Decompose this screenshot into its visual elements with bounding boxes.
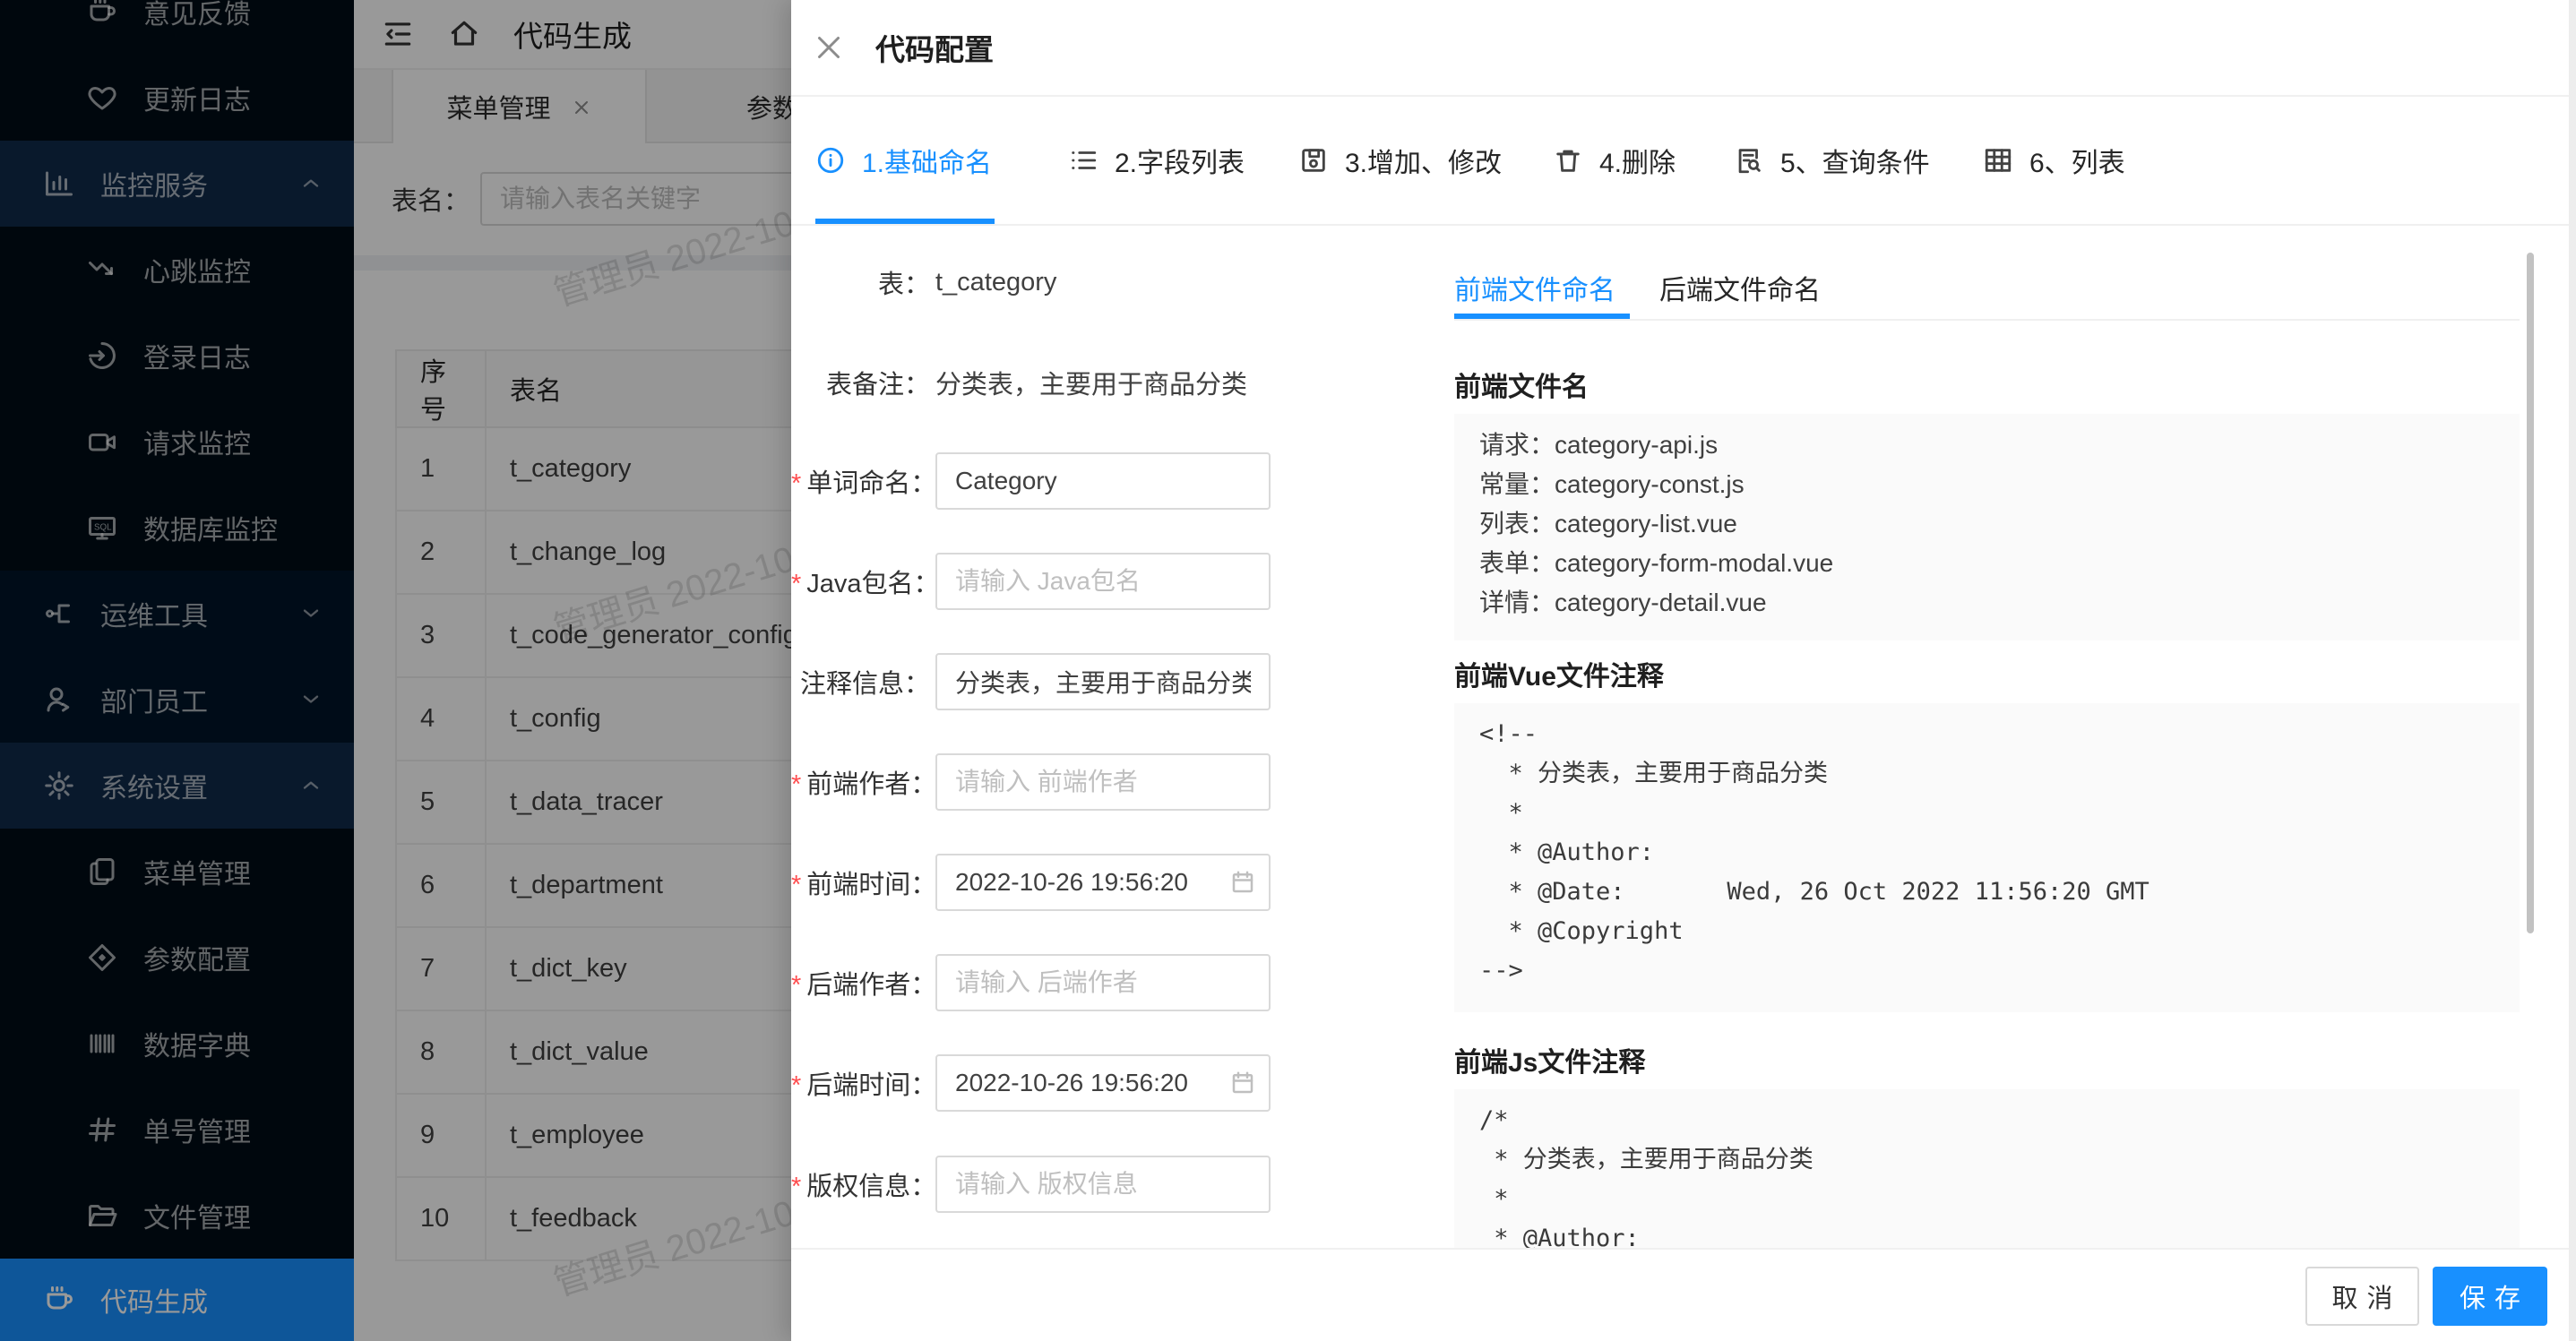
save-button[interactable]: 保存 [2433, 1267, 2547, 1326]
step-label: 3.增加、修改 [1345, 141, 1502, 180]
field-label: 后端作者： [791, 964, 930, 1001]
step-field-list[interactable]: 2.字段列表 [1068, 97, 1245, 224]
step-query-conditions[interactable]: 5、查询条件 [1734, 97, 1930, 224]
preview-tabs-divider [1454, 319, 2520, 321]
app-root: 意见反馈 更新日志 监控服务 心跳监控 登录日志 请求监控 SQL 数据库监控 [0, 0, 2576, 1341]
form-row-backend-time: 后端时间： [791, 1054, 1271, 1112]
field-label: 表备注： [791, 364, 930, 401]
filename-line: 详情：category-detail.vue [1479, 583, 2494, 623]
filename-line: 列表：category-list.vue [1479, 504, 2494, 544]
field-label: 表： [791, 263, 930, 301]
code-line: * @Author: [1479, 833, 2494, 873]
close-icon[interactable] [813, 31, 845, 64]
form-row-copyright: 版权信息： [791, 1156, 1271, 1213]
tab-frontend-file-naming[interactable]: 前端文件命名 [1454, 265, 1615, 310]
code-line: * @Author: [1479, 1219, 2494, 1248]
backend-author-input[interactable] [935, 954, 1271, 1011]
step-label: 6、列表 [2029, 141, 2125, 180]
code-line: * @Copyright [1479, 912, 2494, 951]
drawer-title: 代码配置 [875, 26, 994, 69]
field-label: 前端作者： [791, 763, 930, 801]
field-label: 前端时间： [791, 864, 930, 901]
tab-backend-file-naming[interactable]: 后端文件命名 [1659, 265, 1821, 310]
section-heading-frontend-filenames: 前端文件名 [1454, 365, 1589, 404]
filename-line: 表单：category-form-modal.vue [1479, 544, 2494, 583]
form-row-word-naming: 单词命名： [791, 452, 1271, 510]
table-comment-value: 分类表，主要用于商品分类 [935, 364, 1247, 401]
filename-line: 常量：category-const.js [1479, 465, 2494, 504]
frontend-time-input[interactable] [935, 854, 1271, 911]
code-line: <!-- [1479, 715, 2494, 754]
copyright-input[interactable] [935, 1156, 1271, 1213]
step-list[interactable]: 6、列表 [1983, 97, 2125, 224]
filename-line: 请求：category-api.js [1479, 426, 2494, 465]
java-package-input[interactable] [935, 553, 1271, 610]
step-add-edit[interactable]: 3.增加、修改 [1298, 97, 1502, 224]
frontend-filenames-box: 请求：category-api.js 常量：category-const.js … [1454, 414, 2520, 640]
code-line: * @Date: Wed, 26 Oct 2022 11:56:20 GMT [1479, 873, 2494, 912]
save-icon [1298, 145, 1329, 176]
step-label: 2.字段列表 [1115, 141, 1245, 180]
form-row-table: 表： t_category [791, 254, 1056, 311]
field-label: 单词命名： [791, 462, 930, 500]
field-label: Java包名： [791, 563, 930, 600]
file-search-icon [1734, 145, 1764, 176]
code-line: * [1479, 1180, 2494, 1219]
field-label: 版权信息： [791, 1165, 930, 1203]
table-name-value: t_category [935, 268, 1056, 297]
section-heading-vue-comment: 前端Vue文件注释 [1454, 654, 1664, 693]
comment-info-input[interactable] [935, 653, 1271, 710]
code-config-drawer: 代码配置 1.基础命名 2.字段列表 3.增加、修改 4.删除 5、查询条件 [791, 0, 2576, 1341]
cancel-button[interactable]: 取消 [2305, 1267, 2419, 1326]
form-row-comment-info: 注释信息： [791, 653, 1271, 710]
form-row-java-package: Java包名： [791, 553, 1271, 610]
active-tab-underline [1454, 314, 1630, 319]
step-basic-naming[interactable]: 1.基础命名 [815, 97, 992, 224]
drawer-scrollbar[interactable] [2527, 253, 2534, 933]
code-line: /* [1479, 1101, 2494, 1140]
trash-icon [1553, 145, 1583, 176]
active-step-underline [815, 219, 995, 224]
code-line: * [1479, 794, 2494, 833]
window-scrollbar[interactable] [2569, 0, 2576, 1341]
step-delete[interactable]: 4.删除 [1553, 97, 1676, 224]
code-line: * 分类表，主要用于商品分类 [1479, 754, 2494, 794]
table-icon [1983, 145, 2013, 176]
js-comment-box: /* * 分类表，主要用于商品分类 * * @Author: [1454, 1089, 2520, 1248]
form-row-backend-author: 后端作者： [791, 954, 1271, 1011]
tab-label: 后端文件命名 [1659, 268, 1821, 307]
step-label: 4.删除 [1599, 141, 1676, 180]
info-circle-icon [815, 145, 846, 176]
backend-time-input[interactable] [935, 1054, 1271, 1112]
list-icon [1068, 145, 1098, 176]
tab-label: 前端文件命名 [1454, 268, 1615, 307]
steps-bar: 1.基础命名 2.字段列表 3.增加、修改 4.删除 5、查询条件 6、列表 [791, 97, 2576, 226]
frontend-author-input[interactable] [935, 753, 1271, 811]
step-label: 5、查询条件 [1780, 141, 1930, 180]
field-label: 注释信息： [791, 663, 930, 701]
drawer-footer: 取消 保存 [791, 1248, 2576, 1341]
code-line: * 分类表，主要用于商品分类 [1479, 1140, 2494, 1180]
code-line: --> [1479, 951, 2494, 991]
drawer-header: 代码配置 [791, 0, 2576, 97]
section-heading-js-comment: 前端Js文件注释 [1454, 1040, 1645, 1079]
form-row-table-comment: 表备注： 分类表，主要用于商品分类 [791, 354, 1247, 411]
vue-comment-box: <!-- * 分类表，主要用于商品分类 * * @Author: * @Date… [1454, 703, 2520, 1012]
step-label: 1.基础命名 [862, 141, 992, 180]
form-row-frontend-time: 前端时间： [791, 854, 1271, 911]
word-naming-input[interactable] [935, 452, 1271, 510]
field-label: 后端时间： [791, 1064, 930, 1102]
form-row-frontend-author: 前端作者： [791, 753, 1271, 811]
